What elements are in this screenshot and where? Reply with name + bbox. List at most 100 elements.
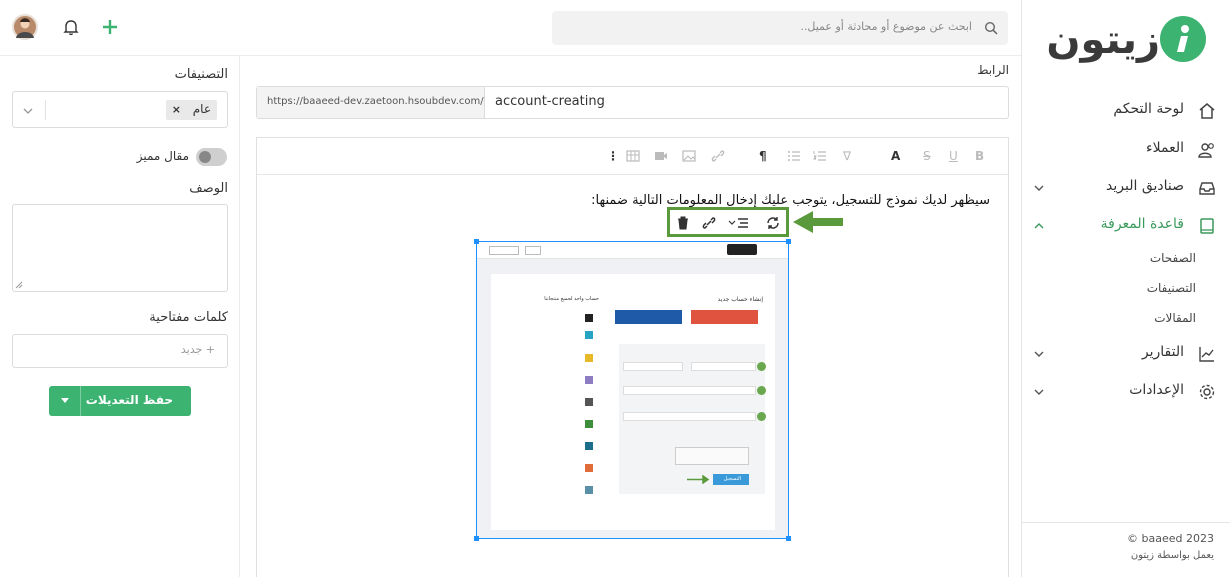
font-size-icon[interactable]: A xyxy=(891,149,907,165)
embedded-button xyxy=(489,246,519,255)
ordered-list-icon[interactable] xyxy=(813,150,827,162)
table-icon[interactable] xyxy=(626,150,640,162)
chevron-down-icon[interactable] xyxy=(1033,348,1045,360)
link-icon[interactable] xyxy=(702,216,716,230)
underline-icon[interactable]: U xyxy=(949,149,965,165)
embedded-logo xyxy=(727,244,757,255)
embedded-step xyxy=(757,386,766,395)
text-color-icon[interactable]: ∇ xyxy=(843,149,859,165)
logo-text: زيتون xyxy=(1046,17,1160,63)
annotation-arrow-icon xyxy=(793,211,843,233)
sub-item-pages[interactable]: الصفحات xyxy=(1150,251,1196,265)
embedded-product-icon xyxy=(585,464,593,472)
embedded-product-icon xyxy=(585,398,593,406)
category-tag: عام × xyxy=(165,100,217,120)
nav-label: العملاء xyxy=(1146,140,1184,156)
nav-item-knowledge-base[interactable]: قاعدة المعرفة xyxy=(1021,211,1230,241)
embedded-product-icon xyxy=(585,376,593,384)
user-avatar[interactable] xyxy=(12,14,38,40)
inbox-icon xyxy=(1199,182,1215,195)
resize-handle[interactable] xyxy=(474,536,479,541)
nav-item-mailboxes[interactable]: صناديق البريد xyxy=(1021,173,1230,203)
chart-icon xyxy=(1199,347,1214,362)
nav-item-reports[interactable]: التقارير xyxy=(1021,339,1230,369)
app-logo[interactable]: زيتون xyxy=(1046,12,1210,68)
chevron-down-icon[interactable] xyxy=(1033,386,1045,398)
bold-icon[interactable]: B xyxy=(975,149,991,165)
image-icon[interactable] xyxy=(682,150,696,162)
featured-toggle[interactable] xyxy=(196,148,227,166)
paragraph-icon[interactable]: ¶ xyxy=(759,149,775,165)
embedded-microsoft-button xyxy=(615,310,682,324)
description-textarea[interactable] xyxy=(12,204,228,292)
categories-label: التصنيفات xyxy=(174,67,228,82)
save-changes-button[interactable]: حفظ التعديلات xyxy=(49,386,191,416)
article-editor: B U S A ∇ ¶ ⋮ سيظهر لديك نموذج للتسجيل، … xyxy=(256,137,1009,577)
search-icon xyxy=(984,21,998,35)
select-divider xyxy=(45,100,46,120)
embedded-input xyxy=(623,412,756,421)
category-tag-label: عام xyxy=(192,102,211,116)
embedded-step xyxy=(757,412,766,421)
global-search[interactable]: ابحث عن موضوع أو محادثة أو عميل.. xyxy=(552,11,1008,45)
users-icon xyxy=(1198,143,1214,158)
strikethrough-icon[interactable]: S xyxy=(923,149,939,165)
embedded-google-button xyxy=(691,310,758,324)
embedded-side-title: حساب واحد لجميع منتجاتنا xyxy=(544,296,599,302)
url-prefix: https://baaeed-dev.zaetoon.hsoubdev.com/ xyxy=(257,87,485,118)
embedded-product-icon xyxy=(585,331,593,339)
footer-copyright: © baaeed 2023 xyxy=(1127,532,1214,545)
link-icon[interactable] xyxy=(711,150,725,162)
embedded-product-icon xyxy=(585,420,593,428)
embedded-submit: التسجيل xyxy=(713,474,749,485)
nav-footer-divider xyxy=(1022,522,1230,523)
resize-handle[interactable] xyxy=(786,239,791,244)
embedded-header xyxy=(477,242,788,259)
embedded-captcha xyxy=(675,447,749,465)
save-options-dropdown[interactable] xyxy=(49,386,81,416)
video-icon[interactable] xyxy=(654,150,668,162)
featured-label: مقال مميز xyxy=(136,149,189,163)
embedded-arrow-icon xyxy=(687,475,709,484)
embedded-product-icon xyxy=(585,314,593,322)
add-icon[interactable] xyxy=(101,18,119,36)
chevron-up-icon[interactable] xyxy=(1033,220,1045,232)
nav-label: صناديق البريد xyxy=(1106,178,1184,194)
sub-item-categories[interactable]: التصنيفات xyxy=(1147,281,1196,295)
article-paragraph[interactable]: سيظهر لديك نموذج للتسجيل، يتوجب عليك إدخ… xyxy=(591,193,990,208)
keywords-input[interactable]: + جديد xyxy=(12,334,228,368)
gear-icon xyxy=(1199,384,1215,400)
sub-item-articles[interactable]: المقالات xyxy=(1154,311,1196,325)
embedded-submit-label: التسجيل xyxy=(723,476,741,482)
bell-icon[interactable] xyxy=(62,18,80,36)
bullet-list-icon[interactable] xyxy=(787,150,801,162)
nav-label: الإعدادات xyxy=(1129,382,1184,398)
remove-tag-icon[interactable]: × xyxy=(172,103,181,116)
nav-item-customers[interactable]: العملاء xyxy=(1021,135,1230,165)
article-image[interactable]: إنشاء حساب جديد حساب واحد لجميع منتجاتنا… xyxy=(476,241,789,539)
align-icon[interactable] xyxy=(728,216,750,230)
nav-item-settings[interactable]: الإعدادات xyxy=(1021,377,1230,407)
url-slug-input[interactable]: account-creating xyxy=(495,94,605,109)
replace-image-icon[interactable] xyxy=(766,216,780,230)
embedded-title: إنشاء حساب جديد xyxy=(717,296,763,303)
nav-label: التقارير xyxy=(1141,344,1184,360)
logo-badge-icon xyxy=(1160,16,1206,62)
delete-icon[interactable] xyxy=(676,216,690,230)
caret-down-icon xyxy=(61,398,69,403)
sidebar-divider xyxy=(239,56,240,577)
resize-handle-icon[interactable] xyxy=(15,281,23,289)
embedded-product-icon xyxy=(585,354,593,362)
link-label: الرابط xyxy=(977,63,1009,77)
home-icon xyxy=(1199,103,1215,119)
image-toolbar xyxy=(667,207,789,237)
chevron-down-icon[interactable] xyxy=(1033,182,1045,194)
categories-select[interactable]: عام × xyxy=(12,91,228,128)
embedded-button xyxy=(525,246,541,255)
resize-handle[interactable] xyxy=(786,536,791,541)
nav-item-dashboard[interactable]: لوحة التحكم xyxy=(1021,96,1230,126)
description-label: الوصف xyxy=(189,181,228,196)
more-options-icon[interactable]: ⋮ xyxy=(607,149,623,165)
resize-handle[interactable] xyxy=(474,239,479,244)
chevron-down-icon[interactable] xyxy=(22,105,34,117)
